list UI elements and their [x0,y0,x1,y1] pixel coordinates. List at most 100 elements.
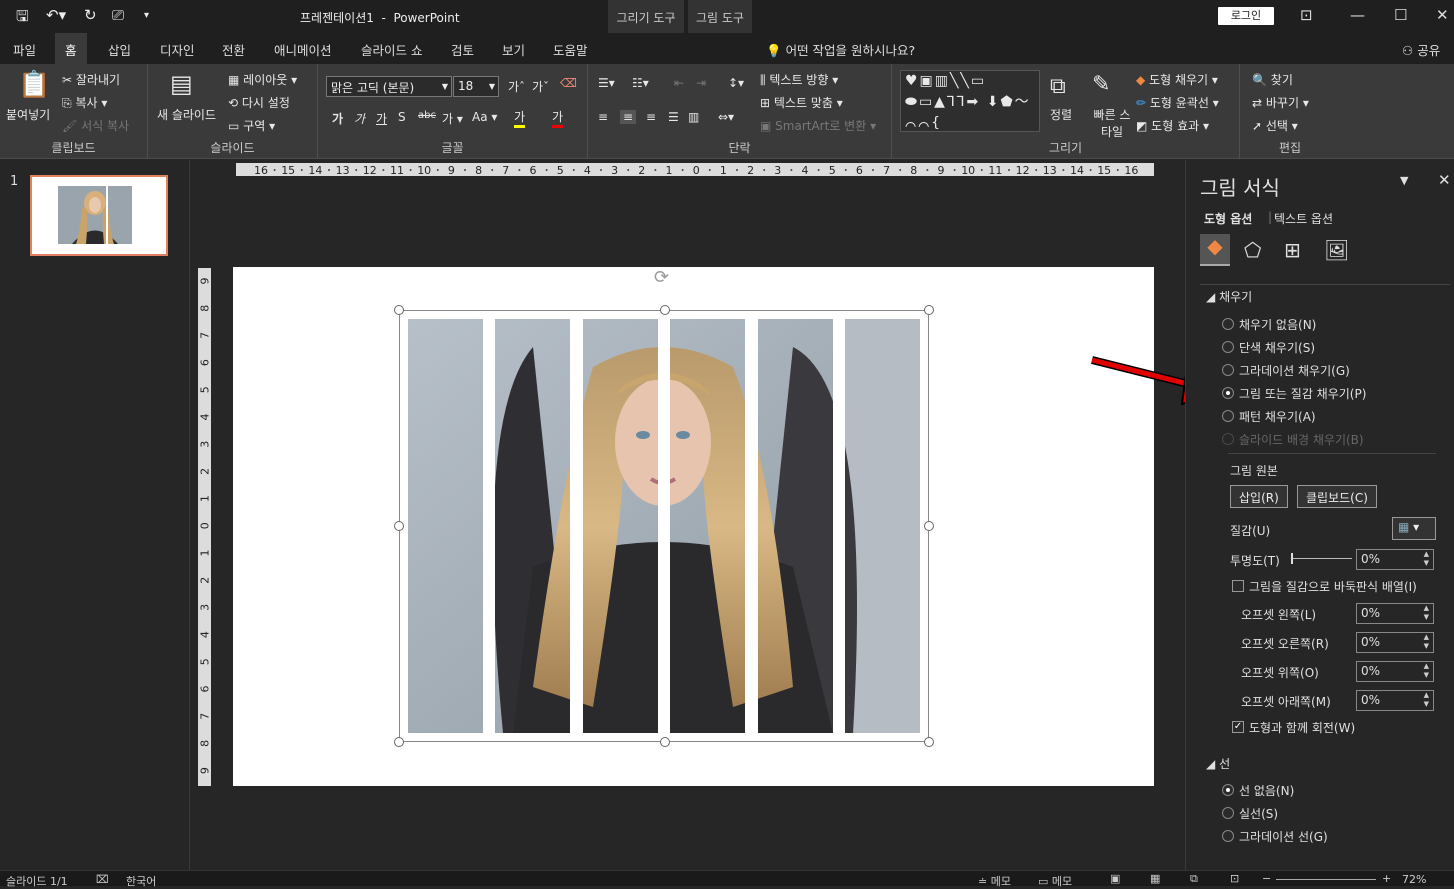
zoom-out-icon[interactable]: − [1262,872,1271,885]
normal-view-icon[interactable]: ▣ [1110,872,1120,885]
layout-button[interactable]: ▦ 레이아웃 ▾ [228,71,297,88]
offset-spinner[interactable]: 0% ▲ ▼ [1356,661,1434,682]
shapes-gallery[interactable]: ♥▣▥╲╲▭ ⬬▭▲⅂⅂➡ ⬇⬟〜⌒⌒{ [900,70,1040,132]
smartart-button[interactable]: ▣ SmartArt로 변환 ▾ [760,117,876,134]
tab-slideshow[interactable]: 슬라이드 쇼 [361,40,422,59]
bold-button[interactable]: 가 [332,110,343,127]
transparency-spinner[interactable]: 0% ▲ ▼ [1356,549,1434,570]
copy-button[interactable]: ⎘ 복사 ▾ [62,94,107,111]
picture-icon[interactable]: 🖼 [1324,238,1349,262]
italic-button[interactable]: 가 [354,110,365,127]
resize-handle[interactable] [394,737,404,747]
tab-shape-options[interactable]: 도형 옵션 [1204,210,1252,227]
new-slide-icon[interactable]: ▤ [170,70,193,98]
text-direction-button[interactable]: ⫼ 텍스트 방향 ▾ [760,71,838,88]
minimize-icon[interactable]: — [1350,6,1365,24]
shrink-font-button[interactable]: 가ˇ [532,78,549,95]
spellcheck-icon[interactable]: ⌧ [96,873,109,886]
slideshow-view-icon[interactable]: ⊡ [1230,872,1239,885]
size-properties-icon[interactable]: ⊞ [1284,238,1301,262]
find-button[interactable]: 🔍 찾기 [1252,71,1293,88]
tab-insert[interactable]: 삽입 [108,40,131,59]
replace-button[interactable]: ⇄ 바꾸기 ▾ [1252,94,1309,111]
spinner-arrows-icon[interactable]: ▲ ▼ [1424,691,1429,709]
spinner-arrows-icon[interactable]: ▲ ▼ [1424,633,1429,651]
tab-home[interactable]: 홈 [55,33,87,64]
fill-option-radio[interactable] [1222,364,1234,376]
paste-button[interactable]: 붙여넣기 [6,106,50,123]
rotate-handle-icon[interactable]: ⟳ [654,267,669,288]
shape-outline-button[interactable]: ✏ 도형 윤곽선 ▾ [1136,94,1219,111]
reset-button[interactable]: ⟲ 다시 설정 [228,94,290,111]
clipboard-picture-button[interactable]: 클립보드(C) [1297,485,1377,508]
reading-view-icon[interactable]: ⧉ [1190,872,1198,886]
undo-icon[interactable]: ↶▾ [46,6,66,24]
tell-me-search[interactable]: 💡 어떤 작업을 원하시나요? [766,40,915,59]
align-center-icon[interactable]: ≡ [620,110,637,124]
resize-handle[interactable] [924,737,934,747]
justify-icon[interactable]: ☰ [668,110,679,124]
grow-font-button[interactable]: 가ˆ [508,78,525,95]
spinner-arrows-icon[interactable]: ▲ ▼ [1424,604,1429,622]
quick-styles-button[interactable]: 빠른 스타일 [1092,106,1132,140]
close-pane-icon[interactable]: ✕ [1438,171,1451,189]
zoom-slider[interactable] [1276,879,1376,880]
tab-help[interactable]: 도움말 [553,40,588,59]
fill-line-icon[interactable]: ◆ [1200,234,1230,266]
cut-button[interactable]: ✂ 잘라내기 [62,71,120,88]
resize-handle[interactable] [660,737,670,747]
effects-pentagon-icon[interactable]: ⬠ [1244,238,1261,262]
section-button[interactable]: ▭ 구역 ▾ [228,117,275,134]
indent-decrease-icon[interactable]: ⇤ [674,76,684,90]
tab-transitions[interactable]: 전환 [222,40,245,59]
align-text-button[interactable]: ⊞ 텍스트 맞춤 ▾ [760,94,843,111]
indent-increase-icon[interactable]: ⇥ [696,76,706,90]
tab-view[interactable]: 보기 [502,40,525,59]
clear-format-icon[interactable]: ⌫ [560,76,577,90]
save-icon[interactable]: 🖫 [16,6,29,31]
tab-file[interactable]: 파일 [13,40,36,59]
sorter-view-icon[interactable]: ▦ [1150,872,1160,885]
spacing-button[interactable]: 가 ▾ [442,110,463,127]
close-icon[interactable]: ✕ [1436,6,1449,24]
underline-button[interactable]: 가 [376,110,387,127]
font-name-combo[interactable]: 맑은 고딕 (본문) ▼ [326,76,452,97]
spinner-arrows-icon[interactable]: ▲ ▼ [1424,662,1429,680]
login-button[interactable]: 로그인 [1218,7,1274,25]
tab-review[interactable]: 검토 [451,40,474,59]
transparency-slider-thumb[interactable] [1291,553,1293,564]
customize-qat-icon[interactable]: ▾ [144,10,149,21]
tab-animations[interactable]: 애니메이션 [274,40,332,59]
line-option-radio[interactable] [1222,830,1234,842]
tile-checkbox[interactable] [1232,580,1244,592]
slide[interactable]: ⟳ [233,267,1154,786]
pane-options-icon[interactable]: ▼ [1400,174,1408,187]
line-option-radio[interactable] [1222,807,1234,819]
tab-text-options[interactable]: 텍스트 옵션 [1274,210,1333,227]
align-left-icon[interactable]: ≡ [598,110,608,124]
highlight-button[interactable]: 가 [514,108,526,128]
comments-button[interactable]: ▭ 메모 [1038,873,1072,889]
format-painter-button[interactable]: 🖌 서식 복사 [62,117,129,134]
transparency-slider[interactable] [1292,558,1352,559]
texture-picker[interactable]: ▦ ▾ [1392,517,1436,540]
columns-icon[interactable]: ▥ [688,110,699,124]
offset-spinner[interactable]: 0% ▲ ▼ [1356,632,1434,653]
ribbon-display-icon[interactable]: ⊡ [1300,6,1313,24]
zoom-level[interactable]: 72% [1402,873,1426,886]
spinner-arrows-icon[interactable]: ▲ ▼ [1424,550,1429,568]
rotate-with-shape-checkbox[interactable]: ✓ [1232,721,1244,733]
notes-button[interactable]: ≐ 메모 [978,873,1011,889]
insert-picture-button[interactable]: 삽입(R) [1230,485,1288,508]
resize-handle[interactable] [394,521,404,531]
distribute-icon[interactable]: ⇔▾ [718,110,734,124]
line-option-radio[interactable] [1222,784,1234,796]
offset-spinner[interactable]: 0% ▲ ▼ [1356,690,1434,711]
fill-option-radio[interactable] [1222,387,1234,399]
arrange-icon[interactable]: ⧉ [1050,74,1066,99]
fill-option-radio[interactable] [1222,318,1234,330]
maximize-icon[interactable]: ☐ [1394,6,1407,24]
select-button[interactable]: ➚ 선택 ▾ [1252,117,1298,134]
font-color-button[interactable]: 가 [552,108,564,128]
redo-icon[interactable]: ↻ [84,6,97,24]
